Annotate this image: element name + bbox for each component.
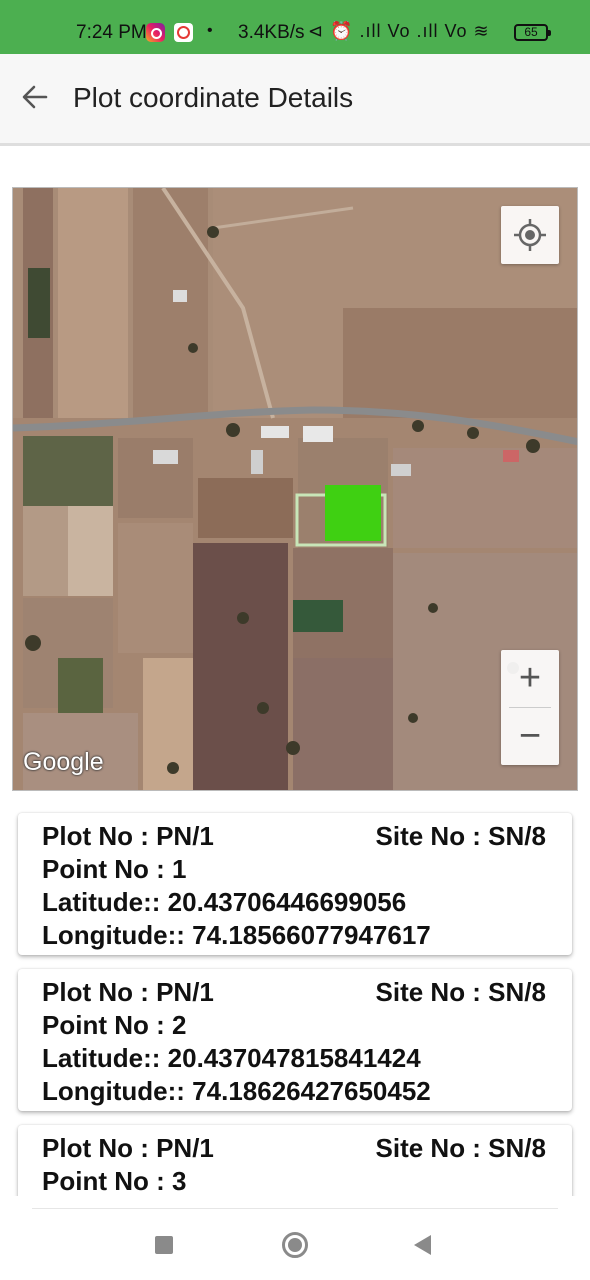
plot-number: Plot No : PN/1 [42, 977, 214, 1007]
point-number: Point No : 2 [42, 1010, 187, 1040]
google-logo: Google [23, 748, 104, 776]
coordinate-card: Plot No : PN/1 Site No : SN/8 Point No :… [18, 813, 572, 955]
coordinate-list[interactable]: Plot No : PN/1 Site No : SN/8 Point No :… [0, 800, 590, 1196]
status-separator-dot: • [207, 22, 213, 39]
network-speed: 3.4KB/s [238, 22, 305, 43]
map-imagery [13, 188, 577, 790]
my-location-icon [514, 219, 546, 251]
system-nav-bar [0, 1208, 590, 1280]
latitude: Latitude:: 20.43706446699056 [42, 887, 407, 917]
recents-square-icon[interactable] [155, 1236, 173, 1254]
plot-number: Plot No : PN/1 [42, 821, 214, 851]
longitude: Longitude:: 74.18566077947617 [42, 920, 431, 950]
system-status-icons: ⊲ ⏰ .ıll Vo .ıll Vo ≋ [308, 21, 490, 41]
latitude: Latitude:: 20.437047815841424 [42, 1043, 421, 1073]
zoom-in-button[interactable]: + [501, 650, 559, 707]
app-bar: Plot coordinate Details [0, 54, 590, 146]
screen: 7:24 PM • 3.4KB/s ⊲ ⏰ .ıll Vo .ıll Vo ≋ … [0, 0, 590, 1280]
chrome-notification-icon [174, 23, 193, 42]
site-number: Site No : SN/8 [375, 1133, 546, 1163]
longitude: Longitude:: 74.18626427650452 [42, 1076, 431, 1106]
point-number: Point No : 1 [42, 854, 187, 884]
nav-divider [32, 1208, 558, 1209]
status-bar: 7:24 PM • 3.4KB/s ⊲ ⏰ .ıll Vo .ıll Vo ≋ … [0, 0, 590, 54]
back-triangle-icon[interactable] [414, 1235, 431, 1255]
site-number: Site No : SN/8 [375, 977, 546, 1007]
coordinate-card: Plot No : PN/1 Site No : SN/8 Point No :… [18, 969, 572, 1111]
point-number: Point No : 3 [42, 1166, 187, 1196]
coordinate-card: Plot No : PN/1 Site No : SN/8 Point No :… [18, 1125, 572, 1196]
my-location-button[interactable] [501, 206, 559, 264]
site-number: Site No : SN/8 [375, 821, 546, 851]
satellite-map[interactable]: + − Google [12, 187, 578, 791]
instagram-notification-icon [146, 23, 165, 42]
status-time: 7:24 PM [76, 22, 147, 43]
zoom-controls: + − [501, 650, 559, 765]
zoom-out-button[interactable]: − [501, 708, 559, 765]
battery-icon: 65 [514, 24, 551, 41]
home-circle-icon[interactable] [282, 1232, 308, 1258]
plot-number: Plot No : PN/1 [42, 1133, 214, 1163]
arrow-left-icon[interactable] [20, 82, 50, 112]
page-title: Plot coordinate Details [73, 82, 354, 113]
